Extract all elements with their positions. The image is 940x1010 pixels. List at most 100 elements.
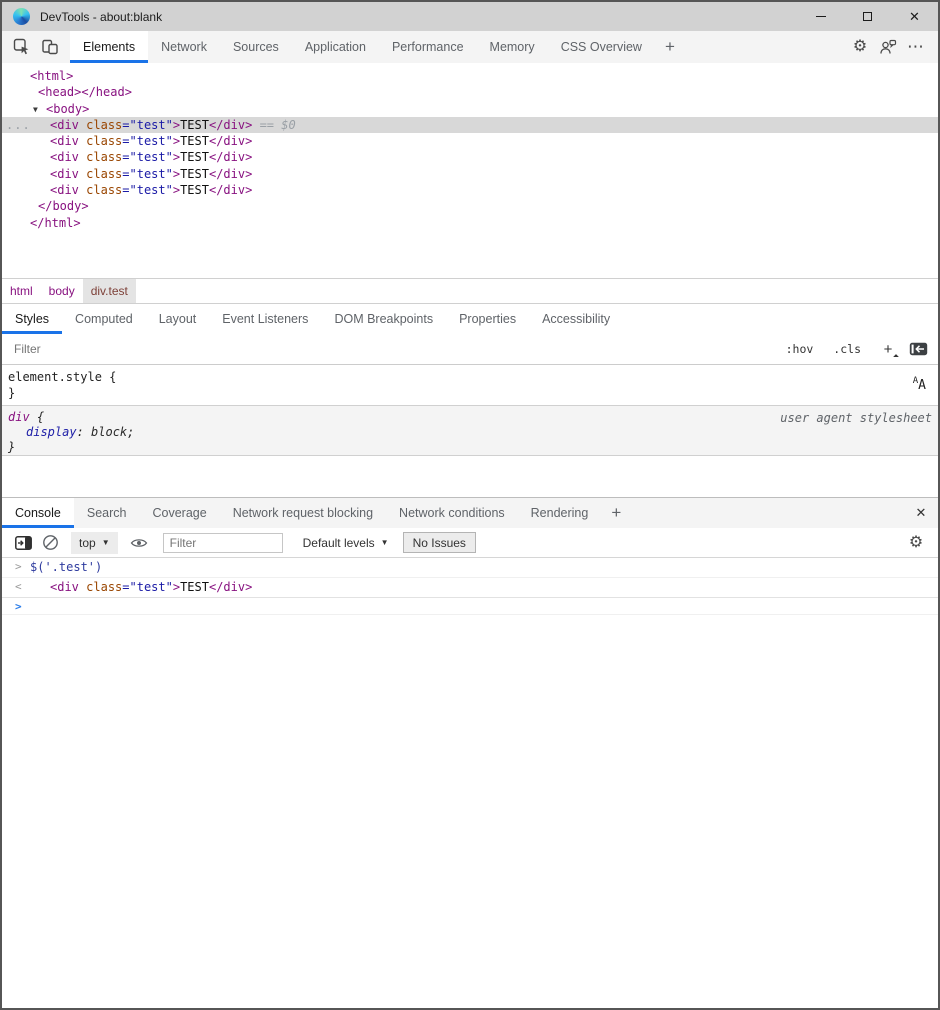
dom-tree-row[interactable]: ▼ <body>: [2, 101, 938, 117]
tab-sources[interactable]: Sources: [220, 31, 292, 63]
dom-tree-row[interactable]: </body>: [2, 198, 938, 214]
code-token: TEST: [180, 150, 209, 164]
expand-arrow-icon[interactable]: ▼: [33, 102, 38, 118]
console-filter-input[interactable]: [163, 533, 283, 553]
drawer-tab-search[interactable]: Search: [74, 498, 140, 528]
console-prompt-row[interactable]: >: [2, 598, 938, 615]
result-chevron-icon: <: [15, 580, 22, 594]
tab-application[interactable]: Application: [292, 31, 379, 63]
dom-tree-row[interactable]: <div class="test">TEST</div>: [2, 166, 938, 182]
more-options-button[interactable]: ⋯: [902, 34, 930, 60]
code-token: class: [86, 134, 122, 148]
code-token: class: [86, 118, 122, 132]
ua-close-brace: }: [8, 440, 938, 455]
breadcrumb: htmlbodydiv.test: [2, 278, 938, 304]
tab-elements[interactable]: Elements: [70, 31, 148, 63]
code-token: >: [173, 118, 180, 132]
drawer-tab-coverage[interactable]: Coverage: [139, 498, 219, 528]
dom-tree-row[interactable]: <div class="test">TEST</div>: [2, 182, 938, 198]
inspect-icon: [13, 38, 31, 56]
code-token: <div: [50, 150, 79, 164]
styles-tab-event-listeners[interactable]: Event Listeners: [209, 304, 321, 334]
drawer-tab-network-request-blocking[interactable]: Network request blocking: [220, 498, 386, 528]
add-panel-button[interactable]: +: [655, 31, 685, 63]
close-drawer-icon: ✕: [916, 505, 927, 521]
add-drawer-tab-button[interactable]: +: [601, 498, 631, 528]
code-token: </div>: [209, 118, 252, 132]
gear-icon: ⚙: [853, 39, 867, 55]
device-toolbar-button[interactable]: [36, 34, 64, 60]
dom-tree-row[interactable]: <html>: [2, 68, 938, 84]
styles-tab-properties[interactable]: Properties: [446, 304, 529, 334]
drawer-tab-strip: ConsoleSearchCoverageNetwork request blo…: [2, 498, 938, 528]
styles-tab-dom-breakpoints[interactable]: DOM Breakpoints: [321, 304, 446, 334]
gear-icon: ⚙: [909, 535, 923, 551]
new-style-rule-button[interactable]: +: [881, 341, 895, 358]
minimize-button[interactable]: [797, 2, 844, 31]
code-token: </body>: [38, 199, 89, 213]
log-levels-dropdown[interactable]: Default levels▼: [303, 536, 389, 550]
code-token: </div>: [209, 183, 252, 197]
inspect-element-button[interactable]: [8, 34, 36, 60]
drawer-tab-console[interactable]: Console: [2, 498, 74, 528]
feedback-button[interactable]: [874, 34, 902, 60]
styles-tab-computed[interactable]: Computed: [62, 304, 146, 334]
styles-tab-accessibility[interactable]: Accessibility: [529, 304, 623, 334]
console-settings-button[interactable]: ⚙: [902, 530, 930, 556]
clear-console-icon: [42, 534, 59, 551]
tab-css-overview[interactable]: CSS Overview: [548, 31, 655, 63]
dom-tree-row[interactable]: <div class="test">TEST</div>: [2, 133, 938, 149]
code-token: <body>: [46, 102, 89, 116]
drawer-tab-network-conditions[interactable]: Network conditions: [386, 498, 518, 528]
code-token: div: [8, 410, 30, 424]
code-token: ="test": [122, 150, 173, 164]
clear-console-button[interactable]: [42, 534, 59, 551]
javascript-context-selector[interactable]: top▼: [71, 532, 118, 554]
code-token: <div: [50, 167, 79, 181]
styles-tab-styles[interactable]: Styles: [2, 304, 62, 334]
console-command-row[interactable]: >$('.test'): [2, 558, 938, 578]
toggle-hover-state-button[interactable]: :hov: [786, 342, 814, 356]
code-token: ="test": [122, 183, 173, 197]
console-sidebar-button[interactable]: [15, 536, 32, 550]
styles-empty-area: [2, 456, 938, 497]
styles-filter-row: :hov .cls +: [2, 334, 938, 365]
console-sidebar-icon: [15, 536, 32, 550]
dom-tree-row[interactable]: <div class="test">TEST</div>: [2, 149, 938, 165]
code-token: class: [86, 183, 122, 197]
font-big-icon: A: [918, 378, 926, 393]
close-button[interactable]: ✕: [891, 2, 938, 31]
maximize-button[interactable]: [844, 2, 891, 31]
tab-performance[interactable]: Performance: [379, 31, 477, 63]
dom-tree-row[interactable]: ...<div class="test">TEST</div> == $0: [2, 117, 938, 133]
font-size-toggle-button[interactable]: AA: [913, 373, 926, 394]
console-result-row[interactable]: <<div class="test">TEST</div>: [2, 578, 938, 598]
dom-tree-row[interactable]: <head></head>: [2, 84, 938, 100]
code-token: >: [173, 183, 180, 197]
code-token: TEST: [180, 167, 209, 181]
levels-label: Default levels: [303, 536, 375, 550]
console-messages[interactable]: >$('.test')<<div class="test">TEST</div>…: [2, 558, 938, 1008]
element-style-rule[interactable]: element.style { } AA: [2, 365, 938, 406]
more-menu-icon: ⋯: [907, 37, 925, 57]
toggle-class-button[interactable]: .cls: [833, 342, 861, 356]
settings-button[interactable]: ⚙: [846, 34, 874, 60]
prompt-chevron-icon: >: [15, 600, 22, 614]
breadcrumb-item-div-test[interactable]: div.test: [83, 279, 136, 303]
styles-tab-layout[interactable]: Layout: [146, 304, 210, 334]
drawer-tab-rendering[interactable]: Rendering: [518, 498, 602, 528]
breadcrumb-item-html[interactable]: html: [2, 279, 41, 303]
styles-filter-input[interactable]: [6, 337, 776, 361]
styles-tab-strip: StylesComputedLayoutEvent ListenersDOM B…: [2, 304, 938, 334]
dom-tree-row[interactable]: </html>: [2, 215, 938, 231]
tab-network[interactable]: Network: [148, 31, 220, 63]
live-expression-button[interactable]: [130, 537, 148, 549]
close-drawer-button[interactable]: ✕: [904, 498, 938, 528]
user-agent-rule: div { display: block; } user agent style…: [2, 406, 938, 456]
breadcrumb-item-body[interactable]: body: [41, 279, 83, 303]
window-controls: ✕: [797, 2, 938, 31]
tab-memory[interactable]: Memory: [477, 31, 548, 63]
main-toolbar: ElementsNetworkSourcesApplicationPerform…: [2, 31, 938, 63]
issues-counter-button[interactable]: No Issues: [403, 532, 476, 553]
show-computed-sidebar-button[interactable]: [909, 342, 928, 356]
